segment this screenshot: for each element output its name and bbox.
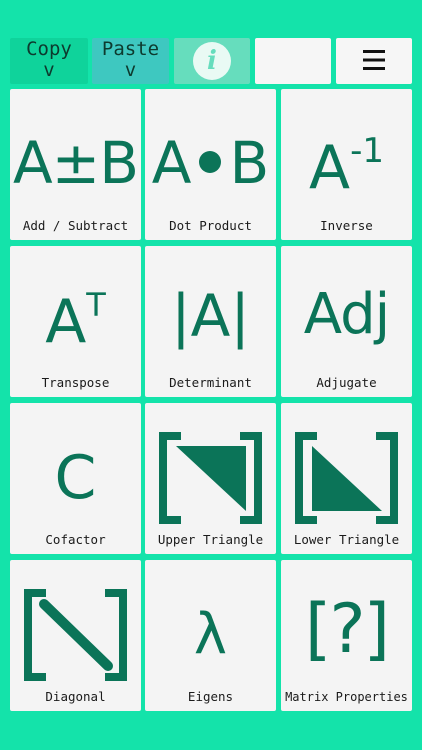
dot-product-symbol-right: B	[229, 129, 270, 197]
eigens-tile[interactable]: λ Eigens	[145, 560, 276, 711]
paste-button[interactable]: Paste v	[92, 38, 169, 84]
info-icon: i	[193, 42, 231, 80]
dot-product-symbol-left: A	[151, 129, 192, 197]
adjugate-label: Adjugate	[316, 375, 377, 390]
inverse-superscript: -1	[350, 131, 384, 171]
dot-product-symbol: AB	[145, 129, 276, 197]
adjugate-tile[interactable]: Adj Adjugate	[281, 246, 412, 397]
upper-triangle-tile[interactable]: Upper Triangle	[145, 403, 276, 554]
transpose-label: Transpose	[41, 375, 110, 390]
transpose-superscript: T	[86, 286, 106, 324]
diagonal-tile[interactable]: Diagonal	[10, 560, 141, 711]
operations-grid: A±B Add / Subtract AB Dot Product A-1 In…	[10, 89, 412, 713]
inverse-label: Inverse	[320, 218, 373, 233]
determinant-symbol: |A|	[171, 282, 250, 350]
blank-button[interactable]	[255, 38, 331, 84]
cofactor-label: Cofactor	[45, 532, 106, 547]
transpose-tile[interactable]: AT Transpose	[10, 246, 141, 397]
transpose-symbol-base: A	[45, 287, 87, 357]
matrix-properties-symbol: [?]	[304, 590, 390, 669]
info-button[interactable]: i	[174, 38, 250, 84]
paste-button-label: Paste v	[101, 38, 160, 81]
matrix-properties-tile[interactable]: [?] Matrix Properties	[281, 560, 412, 711]
menu-button[interactable]	[336, 38, 412, 84]
dot-product-tile[interactable]: AB Dot Product	[145, 89, 276, 240]
eigens-label: Eigens	[187, 689, 234, 704]
toolbar: Copy v Paste v i	[10, 38, 412, 84]
cofactor-symbol: C	[54, 443, 97, 513]
hamburger-menu-icon	[363, 50, 385, 70]
upper-triangle-label: Upper Triangle	[157, 532, 264, 547]
matrix-properties-label: Matrix Properties	[285, 690, 408, 704]
cofactor-tile[interactable]: C Cofactor	[10, 403, 141, 554]
transpose-symbol: AT	[10, 286, 141, 357]
determinant-label: Determinant	[169, 375, 252, 390]
inverse-symbol-base: A	[309, 133, 351, 203]
lower-triangle-tile[interactable]: Lower Triangle	[281, 403, 412, 554]
lower-triangle-label: Lower Triangle	[293, 532, 400, 547]
copy-button[interactable]: Copy v	[10, 38, 88, 84]
copy-button-label: Copy v	[26, 38, 72, 81]
lambda-symbol: λ	[193, 602, 228, 667]
add-subtract-tile[interactable]: A±B Add / Subtract	[10, 89, 141, 240]
add-subtract-label: Add / Subtract	[22, 218, 129, 233]
inverse-tile[interactable]: A-1 Inverse	[281, 89, 412, 240]
adjugate-symbol: Adj	[303, 282, 390, 347]
dot-operator-icon	[199, 150, 222, 173]
add-subtract-symbol: A±B	[12, 129, 139, 197]
determinant-tile[interactable]: |A| Determinant	[145, 246, 276, 397]
inverse-symbol: A-1	[281, 131, 412, 203]
diagonal-label: Diagonal	[45, 689, 106, 704]
dot-product-label: Dot Product	[169, 218, 252, 233]
